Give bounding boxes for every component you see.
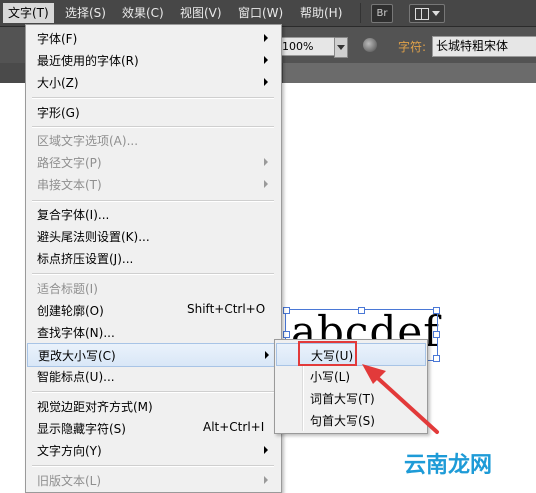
- watermark-logo: 云南龙网: [404, 453, 493, 478]
- annotation-arrow-icon: [362, 364, 439, 434]
